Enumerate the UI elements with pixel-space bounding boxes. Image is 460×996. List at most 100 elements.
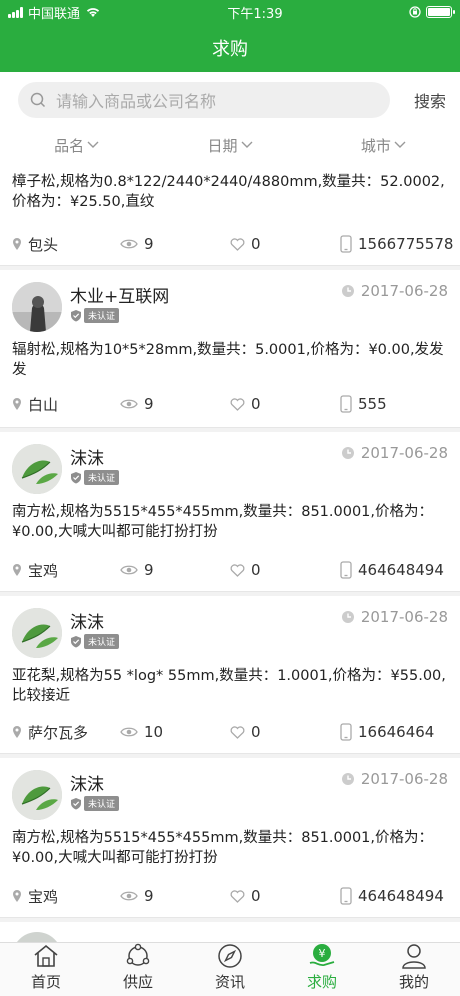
date-label: 2017-06-28 — [360, 444, 448, 462]
post-date: 2017-06-28 — [341, 608, 448, 626]
chevron-down-icon — [241, 141, 252, 148]
verification-badge: 未认证 — [70, 308, 120, 323]
tab-label: 首页 — [30, 973, 61, 991]
top-bar: 中国联通 下午1:39 求购 — [0, 0, 460, 72]
verification-badge: 未认证 — [70, 796, 120, 811]
post-meta: 白山 9 0 555 — [12, 392, 448, 416]
tab-label: 求购 — [306, 973, 337, 991]
page-title: 求购 — [212, 39, 248, 60]
phone-number[interactable]: 555 — [358, 395, 387, 413]
post-meta: 包头 9 0 1566775578 — [12, 232, 453, 256]
tab-label: 供应 — [122, 973, 153, 991]
search-button[interactable]: 搜索 — [390, 88, 446, 112]
list-item[interactable]: 沫沫 未认证 2017-06-28 亚花梨,规格为55 *log* 55mm,数… — [0, 596, 460, 754]
verification-badge: 未认证 — [70, 470, 120, 485]
filter-label: 品名 — [54, 136, 85, 155]
badge-label: 未认证 — [84, 470, 120, 485]
list-item[interactable]: 木业+互联网 未认证 2017-06-28 辐射松,规格为10*5*28mm,数… — [0, 270, 460, 428]
verification-badge: 未认证 — [70, 634, 120, 649]
filter-product-name[interactable]: 品名 — [0, 128, 153, 162]
eye-icon — [120, 399, 138, 409]
compass-icon — [218, 944, 242, 968]
tab-label: 我的 — [398, 973, 429, 991]
location-icon — [13, 890, 21, 902]
tab-demand[interactable]: ¥ 求购 — [276, 943, 368, 996]
search-placeholder: 请输入商品或公司名称 — [56, 92, 217, 111]
date-label: 2017-06-28 — [360, 282, 448, 300]
svg-text:¥: ¥ — [319, 947, 326, 960]
shield-check-icon — [71, 472, 81, 484]
filter-date[interactable]: 日期 — [153, 128, 306, 162]
heart-icon[interactable] — [230, 725, 245, 739]
username: 沫沫 — [70, 775, 104, 795]
demand-list: 樟子松,规格为0.8*122/2440*2440/4880mm,数量共：52.0… — [0, 162, 460, 942]
date-label: 2017-06-28 — [360, 770, 448, 788]
heart-icon[interactable] — [230, 563, 245, 577]
filter-city[interactable]: 城市 — [307, 128, 460, 162]
location-icon — [13, 564, 21, 576]
tab-home[interactable]: 首页 — [0, 943, 92, 996]
list-item[interactable]: 樟子松,规格为0.8*122/2440*2440/4880mm,数量共：52.0… — [0, 162, 460, 266]
avatar[interactable] — [12, 932, 62, 942]
list-item[interactable]: 沫沫 未认证 2017-06-28 南方松,规格为5515*455*455mm,… — [0, 432, 460, 592]
location-label: 包头 — [28, 235, 59, 254]
view-count: 9 — [144, 561, 154, 579]
shield-check-icon — [71, 798, 81, 810]
phone-icon[interactable] — [340, 235, 352, 253]
list-item[interactable] — [0, 922, 460, 942]
post-description: 南方松,规格为5515*455*455mm,数量共：851.0001,价格为：¥… — [12, 504, 434, 540]
phone-number[interactable]: 1566775578 — [358, 235, 453, 253]
post-description: 南方松,规格为5515*455*455mm,数量共：851.0001,价格为：¥… — [12, 830, 434, 866]
phone-number[interactable]: 464648494 — [358, 887, 444, 905]
tab-mine[interactable]: 我的 — [368, 943, 460, 996]
eye-icon — [120, 891, 138, 901]
filter-bar: 品名 日期 城市 — [0, 128, 460, 162]
chevron-down-icon — [394, 141, 406, 148]
post-header: 沫沫 未认证 2017-06-28 — [12, 768, 448, 820]
shield-check-icon — [71, 310, 81, 322]
tab-supply[interactable]: 供应 — [92, 943, 184, 996]
heart-icon[interactable] — [230, 889, 245, 903]
phone-number[interactable]: 16646464 — [358, 723, 434, 741]
search-bar: 请输入商品或公司名称 搜索 — [0, 72, 460, 128]
avatar[interactable] — [12, 608, 62, 658]
location-icon — [13, 238, 21, 250]
post-meta: 萨尔瓦多 10 0 16646464 — [12, 720, 448, 744]
view-count: 9 — [144, 887, 154, 905]
list-item[interactable]: 沫沫 未认证 2017-06-28 南方松,规格为5515*455*455mm,… — [0, 758, 460, 918]
phone-number[interactable]: 464648494 — [358, 561, 444, 579]
phone-icon[interactable] — [340, 723, 352, 741]
clock-icon — [341, 285, 354, 297]
location-icon — [13, 726, 21, 738]
like-count: 0 — [251, 235, 261, 253]
shield-check-icon — [71, 636, 81, 648]
home-icon — [34, 944, 58, 967]
like-count: 0 — [251, 887, 261, 905]
avatar[interactable] — [12, 282, 62, 332]
like-count: 0 — [251, 561, 261, 579]
post-header: 沫沫 未认证 2017-06-28 — [12, 442, 448, 494]
filter-label: 城市 — [360, 136, 391, 155]
location-label: 白山 — [28, 395, 59, 414]
phone-icon[interactable] — [340, 887, 352, 905]
badge-label: 未认证 — [84, 796, 120, 811]
post-date: 2017-06-28 — [341, 282, 448, 300]
phone-icon[interactable] — [340, 561, 352, 579]
orientation-lock-icon — [409, 6, 421, 18]
avatar[interactable] — [12, 444, 62, 494]
carrier-label: 中国联通 — [28, 6, 81, 22]
phone-icon[interactable] — [340, 395, 352, 413]
username: 沫沫 — [70, 449, 104, 469]
search-input[interactable]: 请输入商品或公司名称 — [18, 82, 390, 118]
username: 木业+互联网 — [70, 287, 170, 307]
view-count: 9 — [144, 395, 154, 413]
location-label: 萨尔瓦多 — [28, 723, 89, 742]
username: 沫沫 — [70, 613, 104, 633]
eye-icon — [120, 565, 138, 575]
tab-news[interactable]: 资讯 — [184, 943, 276, 996]
post-meta: 宝鸡 9 0 464648494 — [12, 884, 448, 908]
heart-icon[interactable] — [230, 397, 245, 411]
avatar[interactable] — [12, 770, 62, 820]
post-description: 樟子松,规格为0.8*122/2440*2440/4880mm,数量共：52.0… — [12, 174, 445, 210]
heart-icon[interactable] — [230, 237, 245, 251]
